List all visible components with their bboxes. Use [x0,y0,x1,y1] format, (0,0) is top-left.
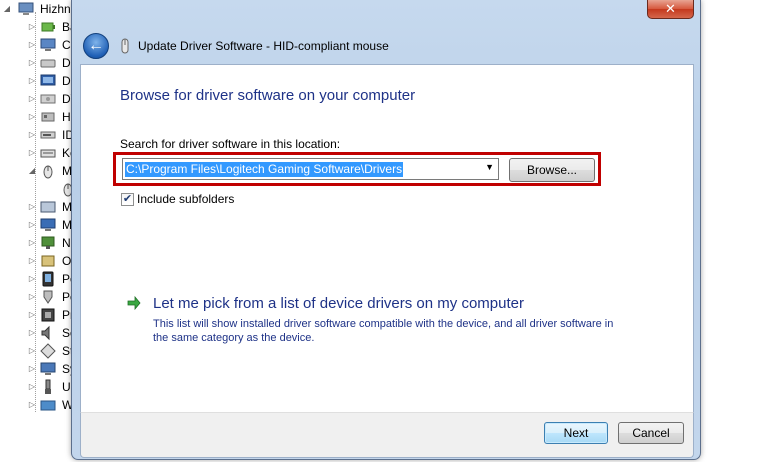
include-subfolders-label[interactable]: Include subfolders [137,192,234,206]
expand-arrow-icon[interactable]: ▷ [28,54,36,72]
expand-arrow-icon[interactable]: ▷ [28,306,36,324]
cancel-button[interactable]: Cancel [618,422,684,444]
system-device-icon [40,362,56,375]
tree-item[interactable]: ▷ Mo [0,216,80,234]
mouse-icon [43,165,53,179]
pick-from-list-link[interactable]: Let me pick from a list of device driver… [153,295,524,312]
expand-arrow-icon[interactable]: ▷ [28,270,36,288]
expand-arrow-icon[interactable]: ▷ [28,126,36,144]
network-adapter-icon [41,236,55,249]
search-location-label: Search for driver software in this locat… [120,137,341,151]
keyboard-icon [40,149,56,158]
tree-item[interactable]: ▷ Ot [0,252,80,270]
driver-path-value[interactable]: C:\Program Files\Logitech Gaming Softwar… [125,162,404,177]
expand-arrow-icon[interactable]: ▷ [28,36,36,54]
pick-from-list-description: This list will show installed driver sof… [153,318,614,344]
expand-arrow-icon[interactable]: ▷ [28,144,36,162]
display-adapter-icon [40,74,56,86]
tree-root[interactable]: ◢ Hizhn [0,0,80,18]
hid-icon [41,112,55,122]
expand-arrow-icon[interactable]: ▷ [28,342,36,360]
sound-icon [41,325,50,341]
dvd-drive-icon [40,94,56,104]
expand-arrow-icon[interactable]: ▷ [28,198,36,216]
battery-icon [41,22,55,32]
back-button[interactable]: ← [83,33,109,59]
tree-item[interactable]: ▷ Ba [0,18,80,36]
include-subfolders-checkbox[interactable]: ✔ [121,193,134,206]
collapse-arrow-icon[interactable]: ◢ [3,0,11,18]
expand-arrow-icon[interactable]: ▷ [28,396,36,414]
expand-arrow-icon[interactable]: ▷ [28,234,36,252]
other-device-icon [41,255,55,267]
expand-arrow-icon[interactable]: ▷ [28,72,36,90]
expand-arrow-icon[interactable]: ▷ [28,378,36,396]
modem-icon [40,201,56,213]
expand-arrow-icon[interactable]: ▷ [28,324,36,342]
tree-item[interactable]: ▷ Po [0,270,80,288]
expand-arrow-icon[interactable]: ▷ [28,18,36,36]
tree-item[interactable]: ▷ Mo [0,198,80,216]
tree-item[interactable]: ▷ So [0,324,80,342]
monitor-icon [40,218,56,231]
green-arrow-icon[interactable] [127,296,141,310]
tree-item[interactable]: ▷ ID [0,126,80,144]
tree-item[interactable]: ▷ Wi [0,396,80,414]
next-button[interactable]: Next [544,422,608,444]
tree-item[interactable]: ◢ Mi [0,162,80,180]
wireless-icon [40,400,56,411]
tree-item[interactable]: ▷ Pr [0,306,80,324]
computer-icon [40,38,56,51]
ide-controller-icon [40,131,56,139]
expand-arrow-icon[interactable]: ▷ [28,216,36,234]
tree-item[interactable]: ▷ Ur [0,378,80,396]
tree-item[interactable]: ▷ Co [0,36,80,54]
tree-item[interactable]: ▷ Di [0,54,80,72]
processor-icon [41,308,55,322]
browse-button[interactable]: Browse... [509,158,595,182]
usb-controller-icon [45,379,51,394]
dialog-title: Update Driver Software - HID-compliant m… [138,39,389,53]
expand-arrow-icon[interactable]: ▷ [28,288,36,306]
tree-item[interactable]: ▷ Ke [0,144,80,162]
tree-item[interactable]: ▷ Di [0,72,80,90]
checkmark-icon: ✔ [122,193,133,205]
page-heading: Browse for driver software on your compu… [120,87,416,104]
device-icon [121,38,129,54]
tree-item[interactable]: ▷ Po [0,288,80,306]
tree-item[interactable]: ▷ Ne [0,234,80,252]
expand-arrow-icon[interactable]: ▷ [28,90,36,108]
device-tree: ◢ Hizhn ▷ Ba ▷ Co ▷ Di ▷ Di ▷ DV ▷ Hu ▷ … [0,0,80,462]
tree-item[interactable]: ▷ Hu [0,108,80,126]
collapse-arrow-icon[interactable]: ◢ [28,162,36,180]
tree-root-label: Hizhn [40,2,71,16]
computer-icon [18,2,34,15]
disk-drive-icon [40,59,56,68]
port-icon [43,290,53,304]
storage-controller-icon [40,343,56,359]
content-pane [80,64,694,413]
expand-arrow-icon[interactable]: ▷ [28,108,36,126]
tree-item[interactable]: ▷ DV [0,90,80,108]
portable-device-icon [42,271,54,287]
tree-item[interactable] [0,180,80,198]
tree-item[interactable]: ▷ St [0,342,80,360]
expand-arrow-icon[interactable]: ▷ [28,360,36,378]
driver-path-combobox[interactable]: C:\Program Files\Logitech Gaming Softwar… [122,158,499,180]
dropdown-arrow-icon[interactable]: ▼ [485,162,494,172]
tree-item[interactable]: ▷ Sy [0,360,80,378]
expand-arrow-icon[interactable]: ▷ [28,252,36,270]
update-driver-dialog: ✕ ← Update Driver Software - HID-complia… [71,0,701,460]
close-button[interactable]: ✕ [647,0,694,19]
